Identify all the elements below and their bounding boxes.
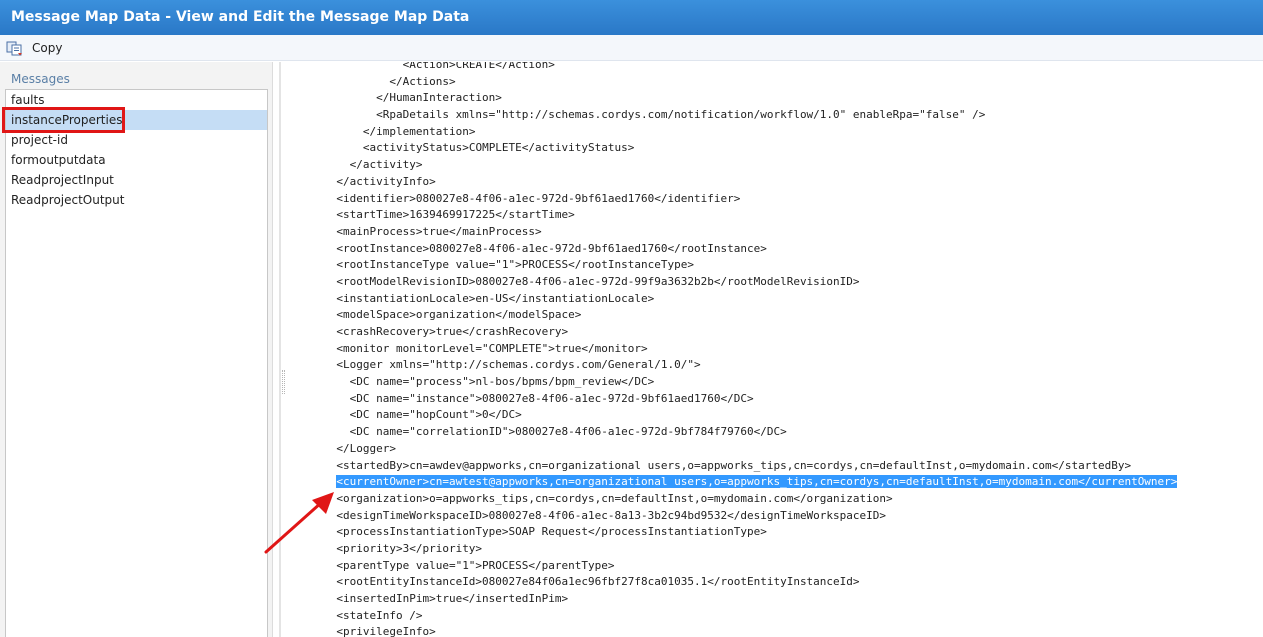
xml-line-text: <activityStatus>COMPLETE</activityStatus… (362, 141, 635, 155)
splitter-grip[interactable] (282, 370, 285, 394)
xml-line-text: </HumanInteraction> (376, 91, 502, 105)
xml-line-text: <stateInfo /> (336, 608, 423, 622)
xml-line-text: <monitor monitorLevel="COMPLETE">true</m… (336, 341, 648, 355)
xml-line-text: <mainProcess>true</mainProcess> (336, 224, 542, 238)
xml-line-text: <rootInstance>080027e8-4f06-a1ec-972d-9b… (336, 241, 767, 255)
toolbar: Copy (0, 35, 1263, 61)
xml-viewer[interactable]: <Action>CREATE</Action> </Actions> </Hum… (290, 62, 1263, 637)
xml-line-text: <privilegeInfo> (336, 625, 436, 637)
xml-line: <startedBy>cn=awdev@appworks,cn=organiza… (290, 458, 1177, 475)
xml-line: <rootInstanceType value="1">PROCESS</roo… (290, 257, 1177, 274)
xml-line: <DC name="instance">080027e8-4f06-a1ec-9… (290, 391, 1177, 408)
xml-line-text: <insertedInPim>true</insertedInPim> (336, 592, 569, 605)
xml-line: </implementation> (290, 124, 1177, 141)
xml-line: <organization>o=appworks_tips,cn=cordys,… (290, 491, 1177, 508)
xml-line-text: <rootModelRevisionID>080027e8-4f06-a1ec-… (336, 274, 860, 288)
xml-line: <processInstantiationType>SOAP Request</… (290, 524, 1177, 541)
message-item-faults[interactable]: faults (6, 90, 267, 110)
xml-line-text: <crashRecovery>true</crashRecovery> (336, 325, 569, 338)
xml-line-text: <startedBy>cn=awdev@appworks,cn=organiza… (336, 458, 1132, 472)
xml-line: <parentType value="1">PROCESS</parentTyp… (290, 558, 1177, 575)
message-item-formoutputdata[interactable]: formoutputdata (6, 150, 267, 170)
xml-line: <DC name="correlationID">080027e8-4f06-a… (290, 424, 1177, 441)
xml-line: </activityInfo> (290, 174, 1177, 191)
xml-line-text: </activity> (349, 158, 423, 172)
xml-line-text: <Action>CREATE</Action> (402, 62, 555, 71)
xml-line-text: <instantiationLocale>en-US</instantiatio… (336, 291, 655, 305)
xml-line: <modelSpace>organization</modelSpace> (290, 307, 1177, 324)
xml-line: <DC name="hopCount">0</DC> (290, 407, 1177, 424)
xml-line-text: <rootInstanceType value="1">PROCESS</roo… (336, 258, 694, 272)
xml-line-text: </Actions> (389, 74, 456, 88)
xml-line-text: <priority>3</priority> (336, 541, 483, 555)
splitter[interactable] (279, 62, 281, 637)
copy-icon (6, 41, 22, 55)
xml-line: <Action>CREATE</Action> (290, 62, 1177, 74)
xml-line: <identifier>080027e8-4f06-a1ec-972d-9bf6… (290, 191, 1177, 208)
xml-line-text: <DC name="instance">080027e8-4f06-a1ec-9… (349, 391, 754, 405)
xml-line: <designTimeWorkspaceID>080027e8-4f06-a1e… (290, 508, 1177, 525)
xml-content: <Action>CREATE</Action> </Actions> </Hum… (290, 62, 1178, 637)
xml-line: <stateInfo /> (290, 608, 1177, 625)
message-item-instanceproperties[interactable]: instanceProperties (6, 110, 267, 130)
xml-line-text: <DC name="process">nl-bos/bpms/bpm_revie… (349, 375, 655, 389)
messages-heading: Messages (11, 72, 70, 86)
xml-line: <rootEntityInstanceId>080027e84f06a1ec96… (290, 574, 1177, 591)
message-item-project-id[interactable]: project-id (6, 130, 267, 150)
xml-line: <RpaDetails xmlns="http://schemas.cordys… (290, 107, 1177, 124)
xml-line-text: <identifier>080027e8-4f06-a1ec-972d-9bf6… (336, 191, 741, 205)
xml-line-text: <RpaDetails xmlns="http://schemas.cordys… (376, 108, 986, 122)
xml-line-text: <currentOwner>cn=awtest@appworks,cn=orga… (336, 475, 1178, 489)
xml-line: <monitor monitorLevel="COMPLETE">true</m… (290, 341, 1177, 358)
xml-line: <Logger xmlns="http://schemas.cordys.com… (290, 357, 1177, 374)
xml-line: <startTime>1639469917225</startTime> (290, 207, 1177, 224)
xml-line-text: <DC name="correlationID">080027e8-4f06-a… (349, 425, 787, 439)
xml-line: <instantiationLocale>en-US</instantiatio… (290, 291, 1177, 308)
xml-line-text: <DC name="hopCount">0</DC> (349, 408, 522, 422)
copy-button[interactable]: Copy (6, 39, 62, 57)
xml-line: <currentOwner>cn=awtest@appworks,cn=orga… (290, 474, 1178, 491)
messages-list[interactable]: faults instanceProperties project-id formou… (2, 89, 268, 637)
xml-line-text: <rootEntityInstanceId>080027e84f06a1ec96… (336, 575, 860, 589)
xml-line: <rootInstance>080027e8-4f06-a1ec-972d-9b… (290, 241, 1177, 258)
xml-line-text: <Logger xmlns="http://schemas.cordys.com… (336, 358, 701, 372)
xml-line: </Logger> (290, 441, 1177, 458)
xml-line: <priority>3</priority> (290, 541, 1177, 558)
xml-line-text: <designTimeWorkspaceID>080027e8-4f06-a1e… (336, 508, 887, 522)
xml-line: <privilegeInfo> (290, 624, 1177, 637)
xml-line-text: </implementation> (362, 124, 476, 138)
messages-panel: Messages faults instanceProperties project… (0, 62, 273, 637)
xml-line-text: <parentType value="1">PROCESS</parentTyp… (336, 558, 615, 572)
xml-line-text: <modelSpace>organization</modelSpace> (336, 308, 582, 322)
xml-line: <activityStatus>COMPLETE</activityStatus… (290, 140, 1177, 157)
xml-line-text: <processInstantiationType>SOAP Request</… (336, 525, 767, 539)
xml-line: <insertedInPim>true</insertedInPim> (290, 591, 1177, 608)
copy-label: Copy (32, 41, 63, 55)
xml-line: </activity> (290, 157, 1177, 174)
xml-line-text: <startTime>1639469917225</startTime> (336, 208, 575, 222)
window-title: Message Map Data - View and Edit the Mes… (0, 0, 1263, 35)
xml-line-text: <organization>o=appworks_tips,cn=cordys,… (336, 491, 893, 505)
message-item-readprojectoutput[interactable]: ReadprojectOutput (6, 190, 267, 210)
xml-line: <crashRecovery>true</crashRecovery> (290, 324, 1177, 341)
xml-line-text: </Logger> (336, 441, 396, 455)
message-item-readprojectinput[interactable]: ReadprojectInput (6, 170, 267, 190)
xml-line: <rootModelRevisionID>080027e8-4f06-a1ec-… (290, 274, 1177, 291)
xml-line: <DC name="process">nl-bos/bpms/bpm_revie… (290, 374, 1177, 391)
xml-line: </HumanInteraction> (290, 90, 1177, 107)
xml-line-text: </activityInfo> (336, 174, 436, 188)
xml-line: <mainProcess>true</mainProcess> (290, 224, 1177, 241)
xml-line: </Actions> (290, 74, 1177, 91)
